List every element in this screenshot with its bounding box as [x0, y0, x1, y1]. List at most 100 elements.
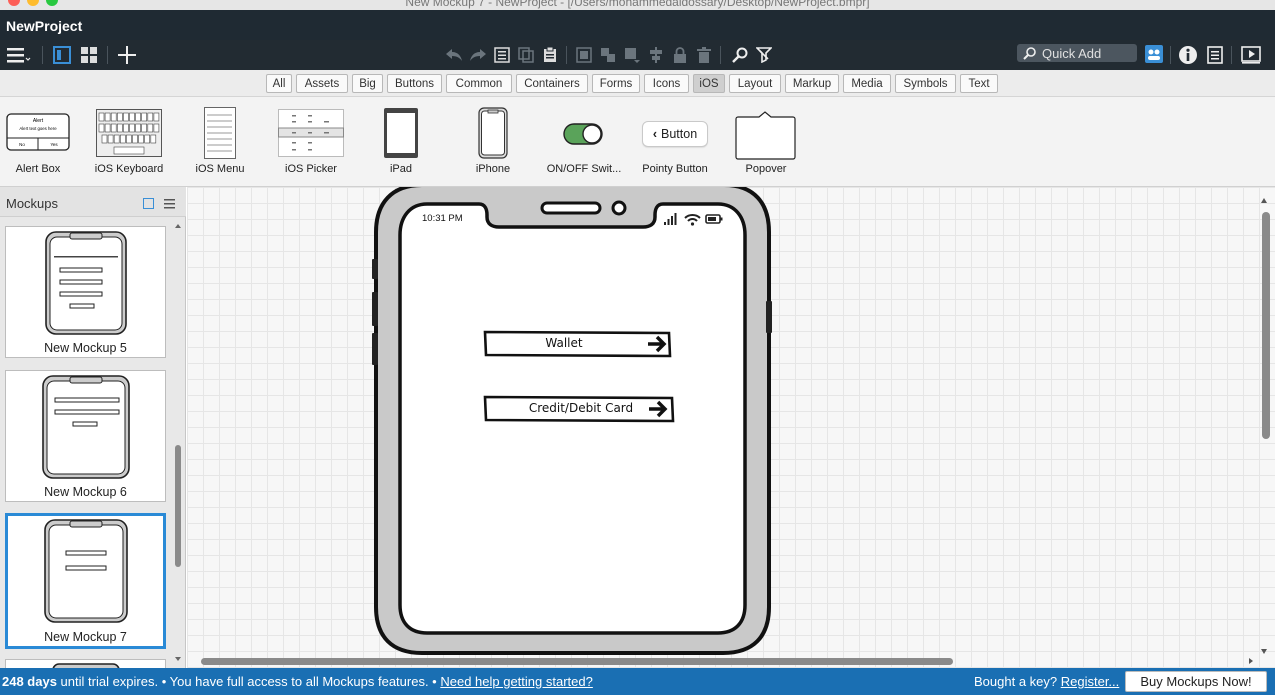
mockup-label-7: New Mockup 7 — [44, 630, 127, 644]
notes-icon[interactable] — [1205, 44, 1225, 66]
ungroup-icon[interactable] — [598, 45, 618, 65]
library-item-pointy-button[interactable]: ‹ Button Pointy Button — [642, 103, 708, 175]
group-icon[interactable] — [574, 45, 594, 65]
filter-forms[interactable]: Forms — [592, 74, 640, 93]
filter-markup[interactable]: Markup — [785, 74, 839, 93]
project-name: NewProject — [6, 18, 83, 34]
credit-debit-card-button-label: Credit/Debit Card — [528, 401, 634, 415]
mockup-6-preview — [42, 375, 130, 479]
library-item-ipad[interactable]: iPad — [383, 103, 419, 175]
phone-status-time: 10:31 PM — [422, 213, 463, 224]
search-icon — [1023, 46, 1036, 60]
library-item-popover[interactable]: Popover — [735, 103, 797, 175]
filter-big[interactable]: Big — [352, 74, 383, 93]
toggle-switch-icon — [563, 123, 603, 145]
register-link[interactable]: Register... — [1061, 674, 1120, 689]
mockup-canvas[interactable]: 10:31 PM Wallet Credit/Debit Card — [187, 187, 1275, 668]
trial-status-bar: 248 days until trial expires. • You have… — [0, 668, 1275, 695]
mockups-sidebar: Mockups New Mockup 5 New Mockup 6 New Mo… — [0, 187, 186, 679]
ipad-preview-icon — [384, 108, 418, 158]
paste-icon[interactable] — [540, 45, 560, 65]
picker-preview-icon — [278, 109, 344, 157]
redo-icon[interactable] — [468, 45, 488, 65]
library-item-label: Popover — [745, 163, 787, 175]
project-bar: NewProject — [0, 10, 1275, 40]
canvas-layer — [187, 187, 1270, 665]
quick-add-placeholder: Quick Add — [1042, 45, 1102, 61]
library-item-on-off-switch[interactable]: ON/OFF Swit... — [547, 103, 621, 175]
cut-icon[interactable] — [492, 45, 512, 65]
mockup-label-5: New Mockup 5 — [44, 341, 127, 355]
library-filter-bar: All Assets Big Buttons Common Containers… — [0, 70, 1275, 97]
filter-ios[interactable]: iOS — [693, 74, 725, 93]
align-icon[interactable] — [646, 45, 666, 65]
filter-text[interactable]: Text — [960, 74, 998, 93]
chevron-left-icon: ‹ — [652, 127, 658, 141]
help-link[interactable]: Need help getting started? — [440, 674, 593, 689]
filter-layout[interactable]: Layout — [729, 74, 781, 93]
bought-key-text: Bought a key? — [974, 674, 1061, 689]
wallet-button-label: Wallet — [545, 336, 583, 350]
list-view-icon[interactable] — [164, 198, 175, 209]
alert-body-text: Alert text goes here — [19, 126, 57, 131]
filter-buttons[interactable]: Buttons — [387, 74, 442, 93]
alert-no-text: No — [19, 142, 25, 147]
grid-view-icon[interactable] — [79, 44, 99, 66]
alert-box-preview-icon: Alert Alert text goes here No Yes — [6, 113, 70, 151]
filter-icons[interactable]: Icons — [644, 74, 689, 93]
mockups-title: Mockups — [6, 196, 59, 211]
filter-assets[interactable]: Assets — [296, 74, 348, 93]
buy-mockups-button[interactable]: Buy Mockups Now! — [1125, 671, 1267, 692]
mockup-7-preview — [44, 519, 128, 623]
mockup-thumbnail-6[interactable]: New Mockup 6 — [5, 370, 166, 502]
window-titlebar: New Mockup 7 - NewProject - [/Users/moha… — [0, 0, 1275, 10]
mockup-thumbnail-7-selected[interactable]: New Mockup 7 — [5, 513, 166, 649]
pointy-button-preview: ‹ Button — [642, 121, 708, 147]
add-mockup-icon[interactable] — [116, 43, 138, 67]
trial-days-remaining: 248 days — [2, 674, 57, 689]
trash-icon[interactable] — [694, 45, 714, 65]
sidebar-scrollbar[interactable] — [172, 217, 184, 668]
trial-text: until trial expires. • You have full acc… — [56, 674, 441, 689]
quick-add-input[interactable]: Quick Add — [1017, 44, 1137, 62]
mockup-label-6: New Mockup 6 — [44, 485, 127, 499]
filter-symbols[interactable]: Symbols — [895, 74, 956, 93]
presentation-mode-icon[interactable] — [1240, 44, 1262, 66]
user-presence-icon[interactable] — [1143, 43, 1165, 65]
library-item-label: iPhone — [475, 163, 511, 175]
ui-library: Alert Alert text goes here No Yes Alert … — [0, 97, 1275, 187]
canvas-vertical-scrollbar[interactable] — [1261, 198, 1270, 654]
filter-containers[interactable]: Containers — [516, 74, 588, 93]
single-pane-view-icon[interactable] — [52, 44, 72, 66]
pointy-button-text: Button — [661, 127, 698, 141]
canvas-horizontal-scrollbar[interactable] — [187, 658, 1253, 665]
library-item-ios-menu[interactable]: iOS Menu — [196, 103, 244, 175]
find-icon[interactable] — [730, 45, 750, 65]
mockups-header: Mockups — [0, 187, 186, 217]
filter-all[interactable]: All — [266, 74, 292, 93]
license-message: Bought a key? Register... — [974, 674, 1119, 689]
library-item-ios-picker[interactable]: iOS Picker — [278, 103, 344, 175]
clear-selection-icon[interactable] — [754, 45, 774, 65]
library-item-alert-box[interactable]: Alert Alert text goes here No Yes Alert … — [6, 103, 70, 175]
mockup-thumbnail-5[interactable]: New Mockup 5 — [5, 226, 166, 358]
info-icon[interactable] — [1177, 44, 1199, 66]
thumbnail-view-icon[interactable] — [143, 198, 154, 209]
library-item-label: iPad — [389, 163, 413, 175]
library-item-ios-keyboard[interactable]: iOS Keyboard — [95, 103, 163, 175]
undo-icon[interactable] — [444, 45, 464, 65]
filter-common[interactable]: Common — [446, 74, 512, 93]
trial-message: 248 days until trial expires. • You have… — [2, 674, 593, 689]
arrange-icon[interactable] — [622, 45, 642, 65]
ios-menu-preview-icon — [204, 107, 236, 159]
hamburger-menu-icon[interactable] — [6, 44, 32, 66]
main-toolbar: Quick Add — [0, 40, 1275, 70]
keyboard-preview-icon — [96, 109, 162, 157]
alert-title-text: Alert — [33, 118, 44, 124]
lock-icon[interactable] — [670, 45, 690, 65]
copy-icon[interactable] — [516, 45, 536, 65]
popover-preview-icon — [735, 111, 796, 160]
filter-media[interactable]: Media — [843, 74, 891, 93]
library-item-iphone[interactable]: iPhone — [476, 103, 510, 175]
iphone-preview-icon — [478, 107, 508, 159]
